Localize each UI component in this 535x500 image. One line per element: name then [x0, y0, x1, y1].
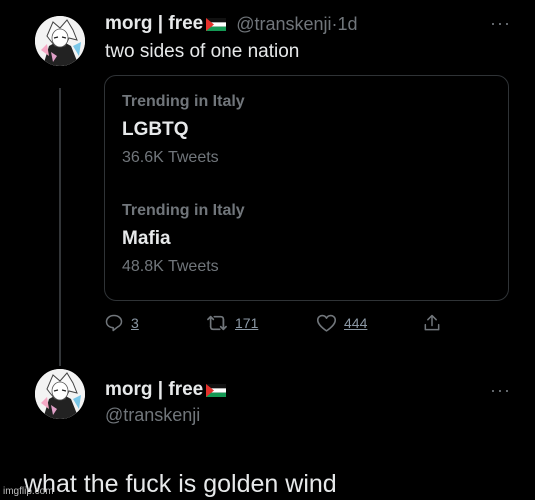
palestine-flag-icon	[206, 383, 227, 397]
share-button[interactable]	[422, 313, 442, 333]
trend-context: Trending in Italy	[122, 93, 245, 110]
like-button[interactable]: 444	[316, 313, 367, 333]
palestine-flag-icon	[206, 17, 227, 31]
avatar[interactable]	[35, 16, 85, 66]
watermark: imgflip.com	[3, 486, 54, 497]
avatar-image-icon	[35, 369, 85, 419]
tweet-actions: 3 171 444	[104, 313, 444, 339]
more-horizontal-icon[interactable]: ···	[490, 14, 511, 32]
display-name[interactable]: morg | free	[105, 13, 203, 35]
tweet-header: morg | free @transkenji · 1d	[105, 13, 358, 35]
timestamp[interactable]: 1d	[338, 14, 358, 35]
reply-display-name[interactable]: morg | free	[105, 379, 203, 401]
share-icon	[424, 314, 440, 331]
retweet-button[interactable]: 171	[206, 313, 258, 333]
trend-count: 48.8K Tweets	[122, 258, 219, 275]
thread-connector	[59, 88, 61, 366]
trend-name: Mafia	[122, 228, 171, 249]
reply-avatar[interactable]	[35, 369, 85, 419]
like-count: 444	[344, 315, 368, 331]
avatar-image-icon	[35, 16, 85, 66]
retweet-icon	[207, 315, 227, 331]
reply-text: what the fuck is golden wind	[24, 470, 337, 498]
trend-item[interactable]: Trending in Italy Mafia 48.8K Tweets	[122, 202, 245, 276]
trend-item[interactable]: Trending in Italy LGBTQ 36.6K Tweets	[122, 93, 245, 167]
reply-button[interactable]: 3	[104, 313, 139, 333]
reply-icon	[105, 314, 123, 332]
trend-count: 36.6K Tweets	[122, 149, 219, 166]
tweet-text: two sides of one nation	[105, 41, 300, 62]
reply-handle[interactable]: @transkenji	[105, 405, 200, 426]
reply-header: morg | free	[105, 379, 227, 401]
handle[interactable]: @transkenji	[236, 14, 331, 35]
reply-count: 3	[131, 315, 139, 331]
heart-icon	[316, 314, 337, 332]
trends-card[interactable]: Trending in Italy LGBTQ 36.6K Tweets Tre…	[104, 75, 509, 301]
retweet-count: 171	[235, 315, 259, 331]
trend-context: Trending in Italy	[122, 202, 245, 219]
trend-name: LGBTQ	[122, 119, 189, 140]
more-horizontal-icon[interactable]: ···	[490, 381, 511, 399]
